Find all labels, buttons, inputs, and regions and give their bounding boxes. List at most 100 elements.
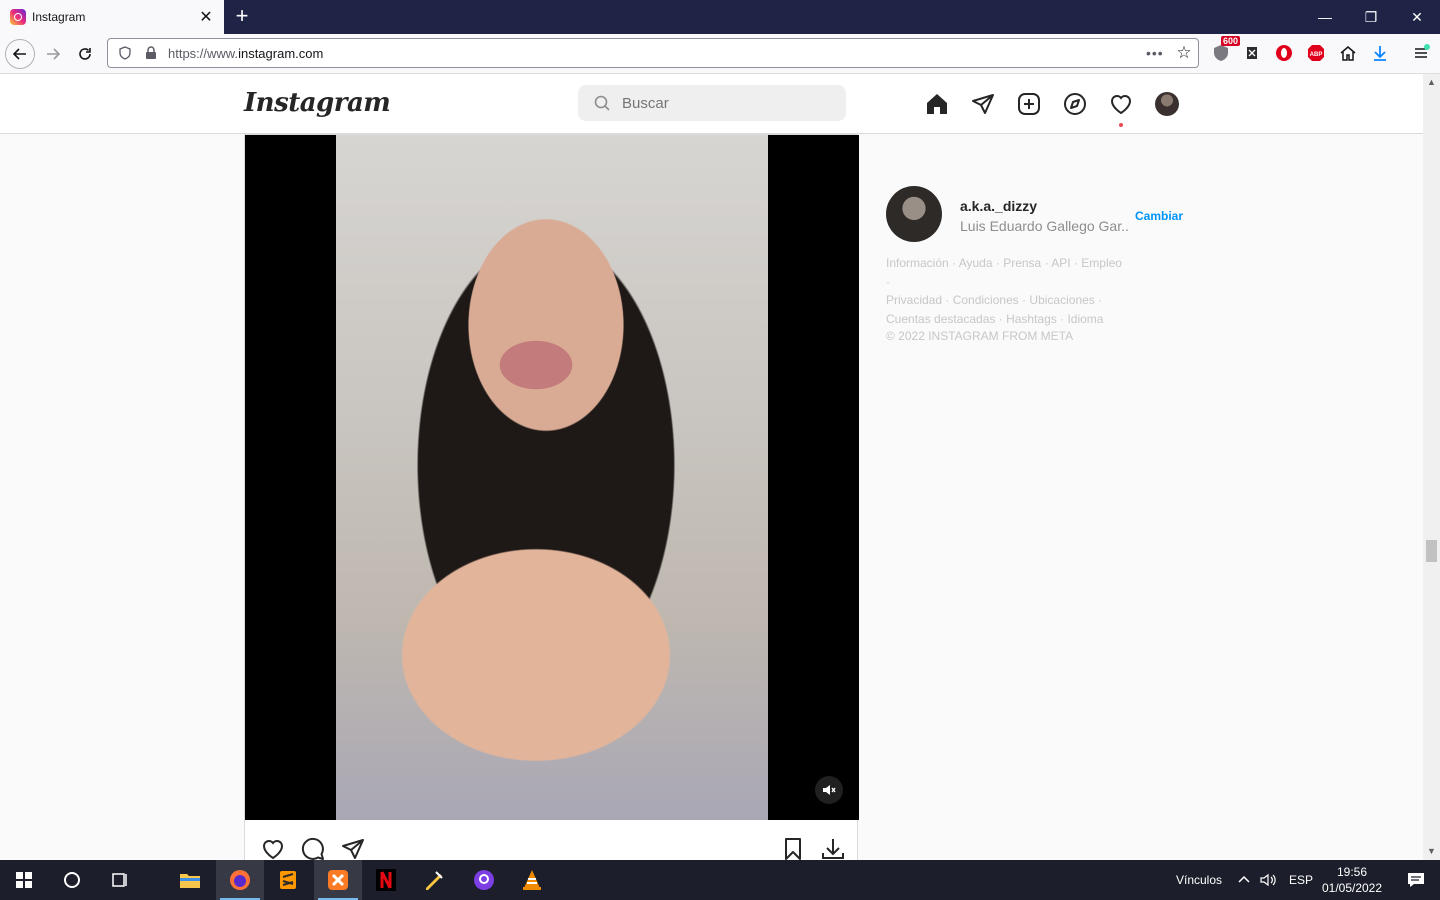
post-media[interactable] bbox=[245, 135, 859, 820]
feed-post bbox=[244, 134, 859, 860]
browser-tab-instagram[interactable]: Instagram ✕ bbox=[0, 0, 224, 34]
post-video[interactable] bbox=[336, 135, 768, 820]
footer-link-top-accounts[interactable]: Cuentas destacadas bbox=[886, 312, 995, 326]
footer-link-help[interactable]: Ayuda bbox=[959, 256, 993, 270]
file-explorer-icon[interactable] bbox=[166, 860, 214, 900]
svg-text:ABP: ABP bbox=[1310, 52, 1323, 58]
notifications-icon[interactable] bbox=[1392, 860, 1440, 900]
volume-icon[interactable] bbox=[1256, 860, 1280, 900]
account-full-name: Luis Eduardo Gallego Gar... bbox=[960, 218, 1128, 234]
window-minimize-button[interactable]: — bbox=[1302, 0, 1348, 34]
footer-link-info[interactable]: Información bbox=[886, 256, 949, 270]
reload-button[interactable] bbox=[69, 38, 101, 70]
window-restore-button[interactable]: ❐ bbox=[1348, 0, 1394, 34]
pen-tool-app-icon[interactable] bbox=[410, 860, 458, 900]
page-actions-menu-icon[interactable]: ••• bbox=[1146, 45, 1170, 61]
instagram-header: Instagram bbox=[0, 74, 1423, 134]
like-button[interactable] bbox=[259, 835, 287, 860]
account-username[interactable]: a.k.a._dizzy bbox=[960, 198, 1037, 214]
paper-plane-icon bbox=[342, 839, 364, 859]
ublock-badge: 600 bbox=[1220, 36, 1240, 46]
notification-dot bbox=[1119, 123, 1123, 127]
browser-nav-bar: https://www.instagram.com ••• ☆ 600 ABP bbox=[0, 34, 1440, 74]
windows-taskbar: Vínculos ESP 19:56 01/05/2022 bbox=[0, 860, 1440, 900]
back-button[interactable] bbox=[5, 39, 35, 69]
explore-compass-icon[interactable] bbox=[1062, 91, 1088, 117]
search-input[interactable] bbox=[622, 94, 822, 112]
home-icon[interactable] bbox=[1337, 42, 1359, 64]
bookmark-icon bbox=[785, 838, 801, 860]
windows-start-icon[interactable] bbox=[0, 860, 48, 900]
comment-button[interactable] bbox=[299, 835, 327, 860]
activity-heart-icon[interactable] bbox=[1108, 91, 1134, 117]
footer-link-jobs[interactable]: Empleo bbox=[1081, 256, 1122, 270]
share-button[interactable] bbox=[339, 835, 367, 860]
adblock-plus-icon[interactable]: ABP bbox=[1305, 42, 1327, 64]
vlc-icon[interactable] bbox=[508, 860, 556, 900]
footer-link-api[interactable]: API bbox=[1051, 256, 1070, 270]
sublime-text-icon[interactable] bbox=[264, 860, 312, 900]
instagram-page: Instagram Buscar a.k.a._dizzy Luis Eduar… bbox=[0, 74, 1423, 860]
footer-link-hashtags[interactable]: Hashtags bbox=[1006, 312, 1057, 326]
scrollbar-thumb[interactable] bbox=[1426, 540, 1437, 562]
mute-button[interactable] bbox=[815, 776, 843, 804]
shield-icon[interactable] bbox=[116, 44, 134, 62]
footer-link-terms[interactable]: Condiciones bbox=[953, 293, 1019, 307]
show-hidden-icons-icon[interactable] bbox=[1232, 860, 1256, 900]
scroll-up-arrow-icon[interactable]: ▲ bbox=[1423, 74, 1440, 91]
speaker-muted-icon bbox=[823, 785, 836, 795]
profile-avatar[interactable] bbox=[1155, 92, 1179, 116]
github-desktop-icon[interactable] bbox=[460, 860, 508, 900]
instagram-logo[interactable]: Instagram bbox=[244, 88, 391, 118]
url-text[interactable]: https://www.instagram.com bbox=[168, 46, 1146, 61]
footer-link-language[interactable]: Idioma bbox=[1067, 312, 1103, 326]
xampp-icon[interactable] bbox=[314, 860, 362, 900]
tab-title: Instagram bbox=[32, 10, 86, 24]
direct-messages-icon[interactable] bbox=[970, 91, 996, 117]
lock-icon[interactable] bbox=[142, 44, 160, 62]
firefox-taskbar-icon[interactable] bbox=[216, 860, 264, 900]
links-toolbar-label[interactable]: Vínculos bbox=[1176, 860, 1222, 900]
ublock-extension-icon[interactable]: 600 bbox=[1210, 36, 1240, 64]
forward-button[interactable] bbox=[37, 38, 69, 70]
clock-time: 19:56 bbox=[1336, 865, 1368, 879]
window-close-button[interactable]: ✕ bbox=[1394, 0, 1440, 34]
account-avatar[interactable] bbox=[886, 186, 942, 242]
reload-icon bbox=[79, 48, 91, 60]
cortana-search-icon[interactable] bbox=[48, 860, 96, 900]
footer-link-press[interactable]: Prensa bbox=[1003, 256, 1041, 270]
switch-account-link[interactable]: Cambiar bbox=[1135, 209, 1183, 223]
opera-extension-icon[interactable] bbox=[1273, 42, 1295, 64]
arrow-left-icon bbox=[12, 48, 26, 60]
scroll-down-arrow-icon[interactable]: ▼ bbox=[1423, 843, 1440, 860]
netflix-icon[interactable] bbox=[362, 860, 410, 900]
extension-puzzle-icon[interactable] bbox=[1241, 42, 1263, 64]
download-button[interactable] bbox=[819, 835, 847, 860]
footer-link-privacy[interactable]: Privacidad bbox=[886, 293, 942, 307]
arrow-right-icon bbox=[47, 48, 61, 60]
save-button[interactable] bbox=[779, 835, 807, 860]
url-bar[interactable]: https://www.instagram.com ••• ☆ bbox=[107, 38, 1199, 68]
post-actions bbox=[245, 835, 857, 860]
browser-tab-bar: Instagram ✕ + — ❐ ✕ bbox=[0, 0, 1440, 34]
page-scrollbar[interactable]: ▲ ▼ bbox=[1423, 74, 1440, 860]
tab-close-icon[interactable]: ✕ bbox=[198, 7, 214, 27]
search-icon bbox=[594, 95, 610, 111]
search-box[interactable] bbox=[578, 85, 846, 121]
copyright-text: © 2022 INSTAGRAM FROM META bbox=[886, 329, 1074, 343]
clock-date: 01/05/2022 bbox=[1321, 881, 1383, 895]
input-language[interactable]: ESP bbox=[1289, 860, 1313, 900]
system-clock[interactable]: 19:56 01/05/2022 bbox=[1318, 864, 1386, 896]
download-icon bbox=[822, 839, 844, 859]
bookmark-star-icon[interactable]: ☆ bbox=[1170, 43, 1198, 63]
home-nav-icon[interactable] bbox=[924, 91, 950, 117]
footer-link-locations[interactable]: Ubicaciones bbox=[1029, 293, 1094, 307]
sidebar-footer-links: Información · Ayuda · Prensa · API · Emp… bbox=[886, 256, 1122, 326]
task-view-icon[interactable] bbox=[96, 860, 144, 900]
app-menu-icon[interactable] bbox=[1410, 42, 1432, 64]
downloads-icon[interactable] bbox=[1369, 42, 1391, 64]
new-tab-button[interactable]: + bbox=[230, 4, 254, 28]
new-post-icon[interactable] bbox=[1016, 91, 1042, 117]
instagram-favicon-icon bbox=[10, 9, 26, 25]
comment-icon bbox=[301, 837, 324, 860]
